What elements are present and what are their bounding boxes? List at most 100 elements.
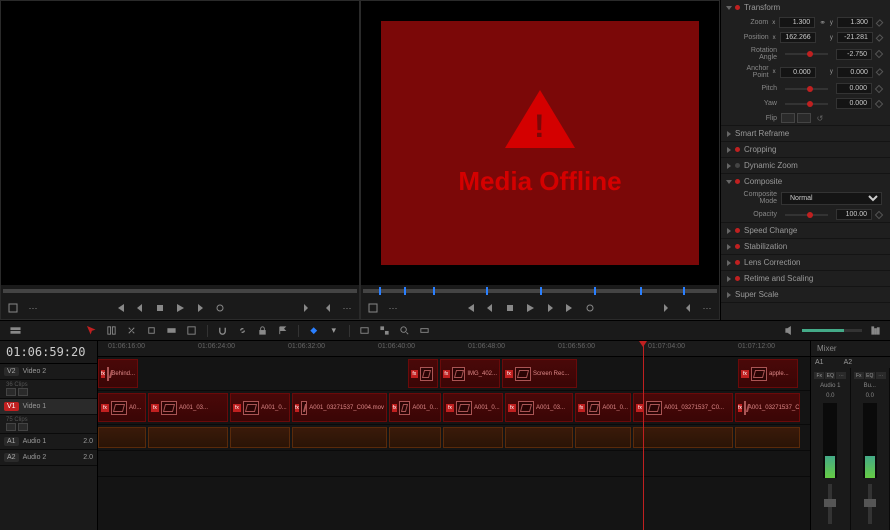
- keyframe-icon[interactable]: [875, 50, 883, 58]
- stop-icon[interactable]: [504, 302, 516, 314]
- clip[interactable]: fxBehind...: [98, 359, 138, 388]
- pos-x-input[interactable]: [780, 32, 816, 43]
- loop-icon[interactable]: [214, 302, 226, 314]
- clip[interactable]: fxA001_03...: [148, 393, 228, 422]
- options-icon[interactable]: ⋯: [27, 302, 39, 314]
- clip[interactable]: [389, 427, 441, 448]
- clip[interactable]: [735, 427, 800, 448]
- reset-icon[interactable]: ↺: [815, 114, 825, 123]
- play-icon[interactable]: [174, 302, 186, 314]
- loop-icon[interactable]: [584, 302, 596, 314]
- fx-button[interactable]: Fx: [854, 372, 864, 379]
- zoom-y-input[interactable]: [837, 17, 873, 28]
- clip[interactable]: fxA001_03271537_C0...: [633, 393, 733, 422]
- track-header-a1[interactable]: A1Audio 12.0: [0, 434, 97, 450]
- timeline-canvas[interactable]: 01:06:16:0001:06:24:0001:06:32:0001:06:4…: [98, 341, 810, 530]
- blade-tool-icon[interactable]: [125, 324, 139, 338]
- retime-header[interactable]: Retime and Scaling: [721, 271, 890, 286]
- zoom-x-input[interactable]: [779, 17, 815, 28]
- mark-in-icon[interactable]: [301, 302, 313, 314]
- clip[interactable]: fxA0...: [98, 393, 146, 422]
- fader[interactable]: [868, 484, 872, 524]
- track-lock-icon[interactable]: [6, 423, 16, 431]
- clip[interactable]: fxA001_03...: [505, 393, 573, 422]
- jump-end-icon[interactable]: [564, 302, 576, 314]
- cropping-header[interactable]: Cropping: [721, 142, 890, 157]
- zoom-custom-icon[interactable]: [418, 324, 432, 338]
- flip-h-button[interactable]: [781, 113, 795, 123]
- clip[interactable]: [230, 427, 290, 448]
- pos-y-input[interactable]: [837, 32, 873, 43]
- clip[interactable]: fxA001_0...: [575, 393, 631, 422]
- source-monitor[interactable]: [1, 1, 359, 285]
- track-header-v2[interactable]: V2Video 2: [0, 364, 97, 380]
- composite-mode-select[interactable]: Normal: [781, 192, 882, 205]
- link-icon[interactable]: [236, 324, 250, 338]
- marker-dropdown-icon[interactable]: ▾: [327, 324, 341, 338]
- keyframe-icon[interactable]: [876, 68, 884, 76]
- program-scrubber[interactable]: [361, 285, 719, 297]
- program-monitor[interactable]: Media Offline: [361, 1, 719, 285]
- mark-out-icon[interactable]: [321, 302, 333, 314]
- next-frame-icon[interactable]: [544, 302, 556, 314]
- yaw-input[interactable]: [836, 98, 872, 109]
- clip[interactable]: fxIMG_402...: [440, 359, 500, 388]
- clip[interactable]: fxScreen Rec...: [502, 359, 577, 388]
- rotation-input[interactable]: [836, 49, 872, 60]
- clip[interactable]: fxA001_0...: [389, 393, 441, 422]
- track-disable-icon[interactable]: [18, 423, 28, 431]
- match-frame-icon[interactable]: [7, 302, 19, 314]
- fader[interactable]: [828, 484, 832, 524]
- smart-reframe-header[interactable]: Smart Reframe: [721, 126, 890, 141]
- options-icon[interactable]: ⋯: [387, 302, 399, 314]
- clip[interactable]: [98, 427, 146, 448]
- snap-icon[interactable]: [216, 324, 230, 338]
- mark-out-icon[interactable]: [681, 302, 693, 314]
- playhead[interactable]: [643, 341, 644, 530]
- clip[interactable]: [505, 427, 573, 448]
- timecode-display[interactable]: 01:06:59:20: [0, 341, 97, 364]
- play-icon[interactable]: [524, 302, 536, 314]
- composite-header[interactable]: Composite: [721, 174, 890, 189]
- volume-icon[interactable]: [782, 324, 796, 338]
- replace-tool-icon[interactable]: [185, 324, 199, 338]
- prev-frame-icon[interactable]: [484, 302, 496, 314]
- yaw-slider[interactable]: [785, 103, 828, 105]
- mixer-toggle-icon[interactable]: [868, 324, 882, 338]
- clip[interactable]: [575, 427, 631, 448]
- marker-icon[interactable]: ◆: [307, 324, 321, 338]
- eq-button[interactable]: EQ: [865, 372, 875, 379]
- trim-tool-icon[interactable]: [105, 324, 119, 338]
- timeline-view-icon[interactable]: [8, 324, 22, 338]
- clip[interactable]: [633, 427, 733, 448]
- track-header-a2[interactable]: A2Audio 22.0: [0, 450, 97, 466]
- flip-v-button[interactable]: [797, 113, 811, 123]
- source-scrubber[interactable]: [1, 285, 359, 297]
- clip[interactable]: fxapple...: [738, 359, 798, 388]
- super-scale-header[interactable]: Super Scale: [721, 287, 890, 302]
- lock-icon[interactable]: [256, 324, 270, 338]
- transform-header[interactable]: Transform: [721, 0, 890, 15]
- anchor-x-input[interactable]: [780, 67, 816, 78]
- clip[interactable]: fxA001_03271537_C004.mov: [292, 393, 387, 422]
- options-icon[interactable]: ⋯: [341, 302, 353, 314]
- volume-slider[interactable]: [802, 329, 862, 332]
- selection-tool-icon[interactable]: [85, 324, 99, 338]
- flag-icon[interactable]: [276, 324, 290, 338]
- stop-icon[interactable]: [154, 302, 166, 314]
- insert-tool-icon[interactable]: [145, 324, 159, 338]
- clip[interactable]: [292, 427, 387, 448]
- eq-button[interactable]: EQ: [825, 372, 835, 379]
- anchor-y-input[interactable]: [837, 67, 873, 78]
- speed-change-header[interactable]: Speed Change: [721, 223, 890, 238]
- next-frame-icon[interactable]: [194, 302, 206, 314]
- opacity-slider[interactable]: [785, 214, 828, 216]
- overwrite-tool-icon[interactable]: [165, 324, 179, 338]
- track-lock-icon[interactable]: [6, 388, 16, 396]
- zoom-detail-icon[interactable]: [378, 324, 392, 338]
- rotation-slider[interactable]: [785, 53, 828, 55]
- clip[interactable]: fx: [408, 359, 438, 388]
- zoom-out-icon[interactable]: [398, 324, 412, 338]
- lens-correction-header[interactable]: Lens Correction: [721, 255, 890, 270]
- pitch-slider[interactable]: [785, 88, 828, 90]
